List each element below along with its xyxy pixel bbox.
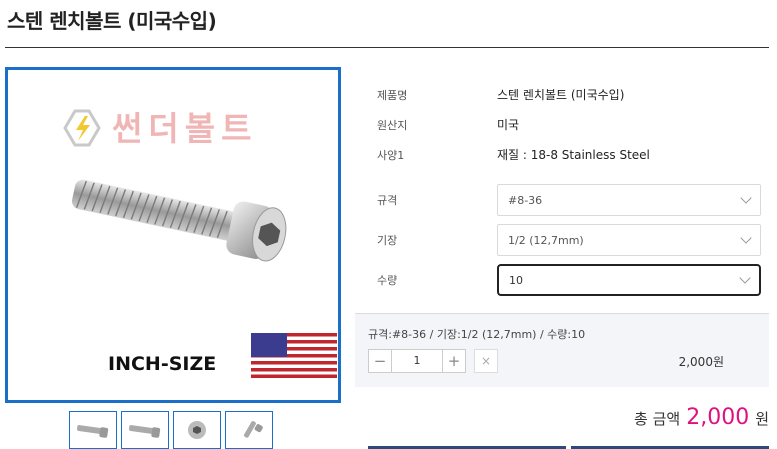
quantity-select-value: 10 (509, 273, 523, 287)
total-amount: 2,000 (686, 405, 750, 430)
thunder-logo-icon (63, 109, 101, 147)
total-price: 총 금액 2,000 원 (634, 405, 769, 430)
selected-option-text: 규격:#8-36 / 기장:1/2 (12,7mm) / 수량:10 (368, 328, 586, 341)
size-label: 규격 (377, 194, 398, 207)
thumbnail-2[interactable] (121, 411, 169, 449)
option-price: 2,000원 (678, 355, 724, 369)
main-product-image[interactable]: 썬더볼트 INCH-SIZE (5, 67, 341, 403)
title-divider (5, 47, 769, 48)
brand-watermark: 썬더볼트 (112, 109, 257, 148)
bolt-head-thumb-icon (188, 421, 206, 439)
chevron-down-icon (740, 192, 752, 204)
length-select[interactable]: 1/2 (12,7mm) (497, 224, 761, 256)
product-name-label: 제품명 (377, 89, 408, 102)
total-unit: 원 (755, 410, 769, 428)
product-name-value: 스텐 렌치볼트 (미국수입) (497, 88, 625, 102)
remove-option-button[interactable]: × (474, 349, 498, 373)
quantity-input[interactable]: 1 (392, 349, 442, 373)
total-label: 총 금액 (634, 410, 681, 428)
quantity-plus-button[interactable]: + (442, 349, 466, 373)
length-label: 기장 (377, 234, 398, 247)
chevron-down-icon (740, 232, 752, 244)
bolt-thumb-icon (76, 425, 109, 438)
bolt-thumb-icon (128, 425, 161, 438)
thumbnail-3[interactable] (173, 411, 221, 449)
origin-label: 원산지 (377, 119, 408, 132)
spec-label: 사양1 (377, 149, 405, 162)
size-select-value: #8-36 (508, 193, 543, 207)
page-title: 스텐 렌치볼트 (미국수입) (7, 9, 217, 33)
length-select-value: 1/2 (12,7mm) (508, 233, 584, 247)
selected-option-panel: 규격:#8-36 / 기장:1/2 (12,7mm) / 수량:10 − 1 +… (355, 314, 769, 387)
bolt-angle-thumb-icon (244, 421, 263, 438)
us-flag-icon (251, 333, 337, 378)
spec-value: 재질 : 18-8 Stainless Steel (497, 148, 650, 162)
product-page: 스텐 렌치볼트 (미국수입) 썬더볼트 INCH-SIZE 제품명 스텐 렌치볼… (0, 0, 777, 449)
quantity-label: 수량 (377, 274, 398, 287)
thumbnail-strip (69, 411, 273, 449)
quantity-select[interactable]: 10 (497, 264, 761, 296)
product-photo: 썬더볼트 INCH-SIZE (63, 109, 337, 378)
quantity-stepper: − 1 + × (368, 349, 498, 373)
chevron-down-icon (739, 272, 751, 284)
origin-value: 미국 (497, 118, 520, 132)
thumbnail-1[interactable] (69, 411, 117, 449)
thumbnail-4[interactable] (225, 411, 273, 449)
socket-cap-bolt-image (71, 179, 287, 262)
inch-size-caption: INCH-SIZE (108, 353, 216, 375)
size-select[interactable]: #8-36 (497, 184, 761, 216)
quantity-minus-button[interactable]: − (368, 349, 392, 373)
